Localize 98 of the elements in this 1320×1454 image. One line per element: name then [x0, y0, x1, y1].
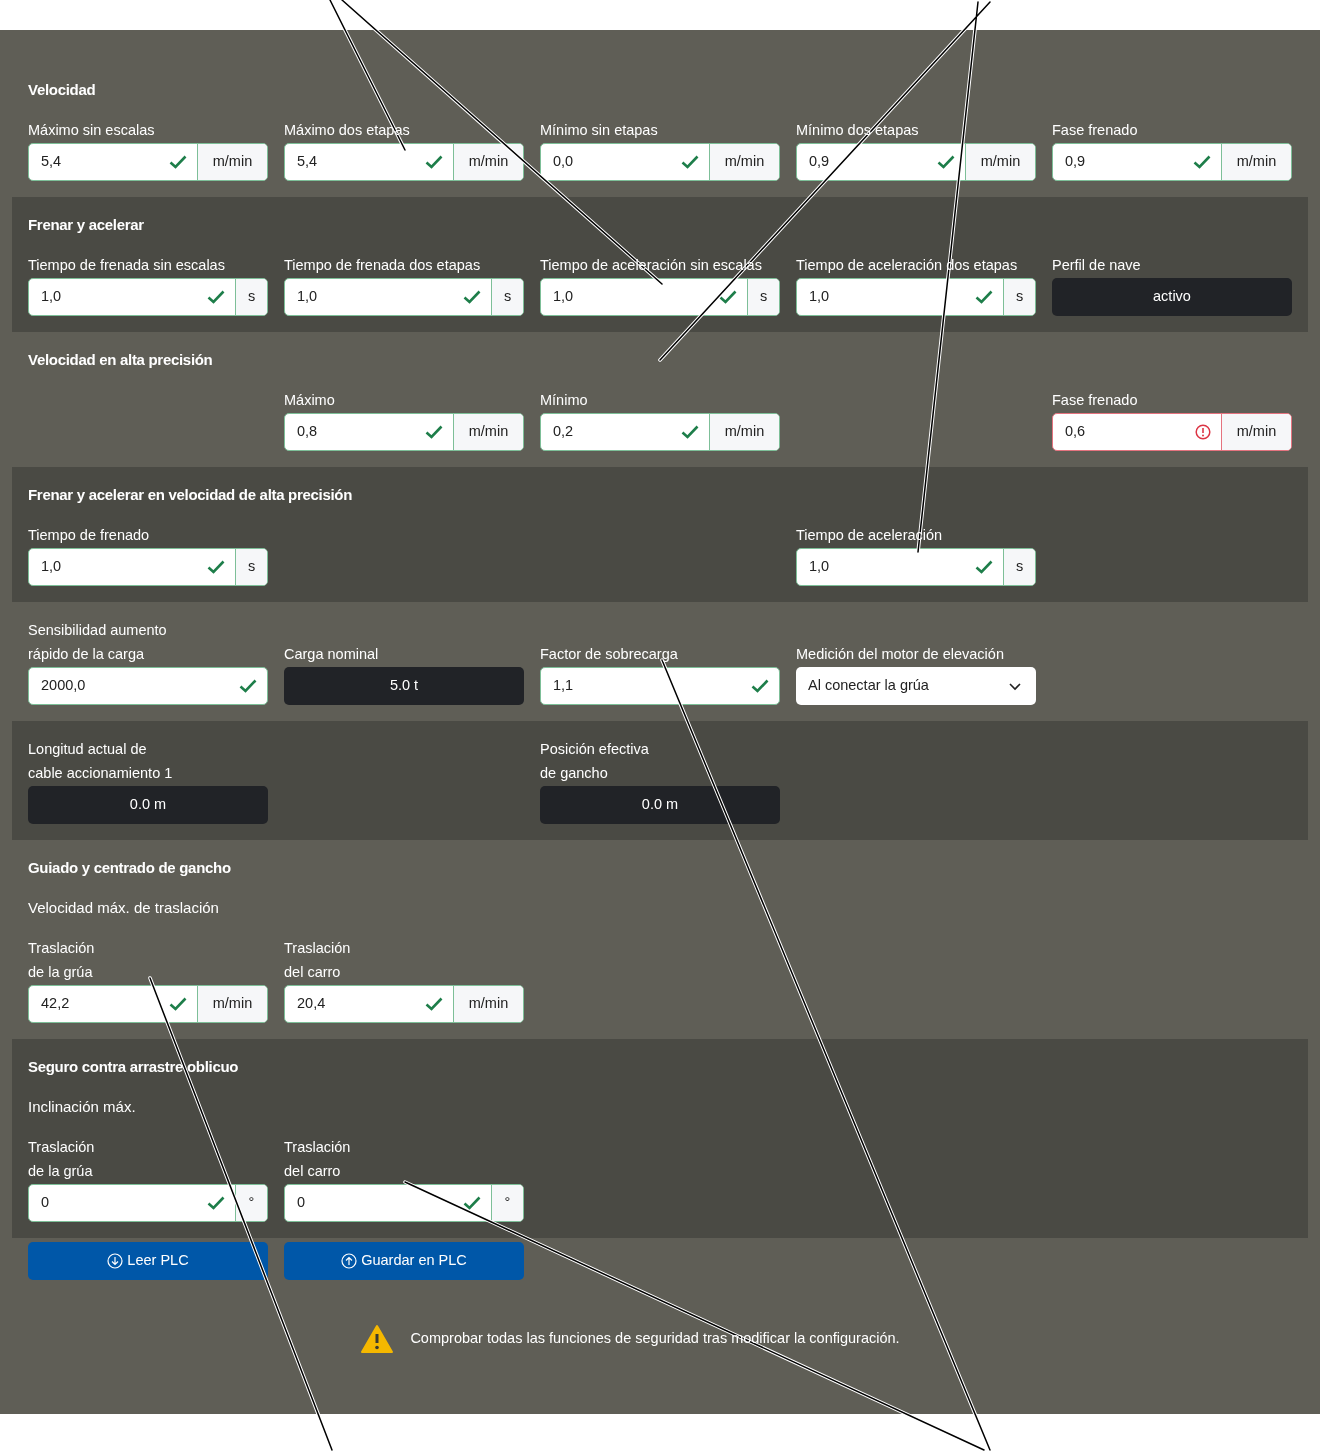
field-label: Traslación del carro: [284, 1138, 351, 1181]
error-icon: [1195, 424, 1211, 440]
check-icon: [425, 155, 443, 169]
number-field[interactable]: 5,4 m/min: [284, 143, 524, 181]
unit-label: m/min: [453, 414, 523, 450]
number-field[interactable]: 0,6 m/min: [1052, 413, 1292, 451]
field-label: Carga nominal: [284, 645, 379, 664]
field-label: Fase frenado: [1052, 391, 1138, 410]
field-label: Traslación del carro: [284, 939, 351, 982]
field-label: Medición del motor de elevación: [796, 645, 1004, 664]
unit-label: s: [491, 279, 523, 315]
unit-label: m/min: [1221, 144, 1291, 180]
plc-button[interactable]: Leer PLC: [28, 1242, 268, 1280]
unit-label: °: [235, 1185, 267, 1221]
check-icon: [169, 997, 187, 1011]
field-label: Mínimo: [540, 391, 588, 410]
unit-label: m/min: [709, 414, 779, 450]
check-icon: [239, 679, 257, 693]
unit-label: s: [235, 549, 267, 585]
number-field[interactable]: 0,9 m/min: [796, 143, 1036, 181]
number-field[interactable]: 1,0 s: [796, 278, 1036, 316]
unit-label: s: [1003, 549, 1035, 585]
check-icon: [975, 560, 993, 574]
field-label: Longitud actual de cable accionamiento 1: [28, 740, 173, 783]
number-field[interactable]: 1,0 s: [540, 278, 780, 316]
number-field[interactable]: 20,4 m/min: [284, 985, 524, 1023]
number-field[interactable]: 1,1: [540, 667, 780, 705]
unit-label: m/min: [453, 144, 523, 180]
download-icon: [107, 1253, 124, 1269]
number-field[interactable]: 1,0 s: [28, 278, 268, 316]
number-field[interactable]: 0,0 m/min: [540, 143, 780, 181]
check-icon: [681, 155, 699, 169]
field-label: Máximo: [284, 391, 335, 410]
field-label: Tiempo de frenado: [28, 526, 150, 545]
unit-label: m/min: [453, 986, 523, 1022]
check-icon: [207, 560, 225, 574]
field-label: Mínimo dos etapas: [796, 121, 919, 140]
section-heading: Frenar y acelerar: [28, 215, 144, 235]
value-display: activo: [1052, 278, 1292, 316]
field-label: Tiempo de frenada dos etapas: [284, 256, 481, 275]
check-icon: [207, 290, 225, 304]
unit-label: m/min: [197, 144, 267, 180]
field-label: Máximo sin escalas: [28, 121, 155, 140]
unit-label: s: [235, 279, 267, 315]
upload-icon: [341, 1253, 358, 1269]
unit-label: °: [491, 1185, 523, 1221]
field-label: Posición efectiva de gancho: [540, 740, 649, 783]
field-label: Traslación de la grúa: [28, 1138, 95, 1181]
number-field[interactable]: 1,0 s: [796, 548, 1036, 586]
field-label: Fase frenado: [1052, 121, 1138, 140]
field-label: Sensibilidad aumento rápido de la carga: [28, 621, 167, 664]
value-display: 5.0 t: [284, 667, 524, 705]
chevron-down-icon: [1008, 681, 1022, 691]
field-label: Tiempo de frenada sin escalas: [28, 256, 225, 275]
number-field[interactable]: 42,2 m/min: [28, 985, 268, 1023]
check-icon: [975, 290, 993, 304]
subsection-heading: Velocidad máx. de traslación: [28, 898, 220, 918]
check-icon: [207, 1196, 225, 1210]
check-icon: [425, 997, 443, 1011]
unit-label: s: [1003, 279, 1035, 315]
check-icon: [463, 1196, 481, 1210]
unit-label: s: [747, 279, 779, 315]
value-display: 0.0 m: [28, 786, 268, 824]
check-icon: [751, 679, 769, 693]
section-heading: Velocidad en alta precisión: [28, 350, 213, 370]
number-field[interactable]: 0 °: [284, 1184, 524, 1222]
check-icon: [169, 155, 187, 169]
field-label: Factor de sobrecarga: [540, 645, 678, 664]
check-icon: [681, 425, 699, 439]
number-field[interactable]: 0,9 m/min: [1052, 143, 1292, 181]
section-heading: Seguro contra arrastre oblicuo: [28, 1057, 239, 1077]
subsection-heading: Inclinación máx.: [28, 1097, 137, 1117]
check-icon: [1193, 155, 1211, 169]
check-icon: [937, 155, 955, 169]
number-field[interactable]: 0 °: [28, 1184, 268, 1222]
section-heading: Guiado y centrado de gancho: [28, 858, 231, 878]
value-display: 0.0 m: [540, 786, 780, 824]
field-label: Traslación de la grúa: [28, 939, 95, 982]
warning-icon: [360, 1324, 395, 1354]
number-field[interactable]: 1,0 s: [28, 548, 268, 586]
section-heading: Velocidad: [28, 80, 96, 100]
number-field[interactable]: 5,4 m/min: [28, 143, 268, 181]
unit-label: m/min: [197, 986, 267, 1022]
number-field[interactable]: 0,8 m/min: [284, 413, 524, 451]
field-label: Perfil de nave: [1052, 256, 1141, 275]
section-heading: Frenar y acelerar en velocidad de alta precisión: [28, 485, 353, 505]
unit-label: m/min: [965, 144, 1035, 180]
field-label: Mínimo sin etapas: [540, 121, 658, 140]
plc-button[interactable]: Guardar en PLC: [284, 1242, 524, 1280]
check-icon: [719, 290, 737, 304]
unit-label: m/min: [709, 144, 779, 180]
check-icon: [425, 425, 443, 439]
unit-label: m/min: [1221, 414, 1291, 450]
number-field[interactable]: 0,2 m/min: [540, 413, 780, 451]
number-field[interactable]: 1,0 s: [284, 278, 524, 316]
number-field[interactable]: 2000,0: [28, 667, 268, 705]
dropdown[interactable]: Al conectar la grúa: [796, 667, 1036, 705]
check-icon: [463, 290, 481, 304]
